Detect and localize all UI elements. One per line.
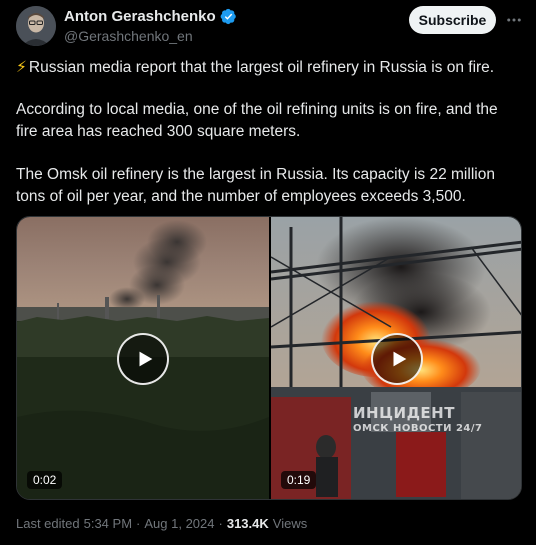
post-text-line1: ⚡ Russian media report that the largest o… — [16, 57, 521, 79]
post-headline: Russian media report that the largest oi… — [28, 59, 495, 76]
post-paragraph-3: The Omsk oil refinery is the largest in … — [16, 166, 495, 205]
play-button-1[interactable] — [117, 333, 169, 385]
meta-separator: · — [218, 516, 223, 531]
post-meta: Last edited 5:34 PM · Aug 1, 2024 · 313.… — [16, 516, 307, 531]
post-paragraph-2: According to local media, one of the oil… — [16, 101, 498, 140]
post-date[interactable]: Aug 1, 2024 — [144, 516, 214, 531]
video-duration-2: 0:19 — [281, 471, 317, 489]
verified-badge-icon — [220, 8, 237, 25]
author-display-name[interactable]: Anton Gerashchenko — [64, 8, 216, 25]
subscribe-button[interactable]: Subscribe — [409, 6, 496, 34]
video-duration-1: 0:02 — [27, 471, 63, 489]
edited-label[interactable]: Last edited — [16, 516, 80, 531]
play-button-2[interactable] — [371, 333, 423, 385]
author-handle[interactable]: @Gerashchenko_en — [64, 28, 193, 44]
video-thumbnail-2[interactable]: ИНЦИДЕНТ ОМСК НОВОСТИ 24/7 0:19 — [271, 217, 521, 499]
avatar[interactable] — [16, 6, 56, 46]
play-icon — [393, 351, 407, 367]
lightning-emoji-icon: ⚡ — [16, 59, 27, 76]
video-watermark: ИНЦИДЕНТ ОМСК НОВОСТИ 24/7 — [353, 404, 483, 434]
tweet-card: Anton Gerashchenko @Gerashchenko_en Subs… — [0, 0, 536, 545]
author-name-row[interactable]: Anton Gerashchenko — [64, 8, 237, 25]
views-label: Views — [272, 516, 308, 531]
video-thumbnail-1[interactable]: 0:02 — [17, 217, 269, 499]
play-icon — [139, 351, 153, 367]
more-options-icon[interactable] — [504, 10, 524, 30]
meta-separator: · — [136, 516, 141, 531]
media-grid: 0:02 ИНЦИДЕНТ ОМСК НОВОСТИ 24/7 0:19 — [16, 216, 522, 500]
views-count[interactable]: 313.4K — [227, 516, 269, 531]
post-time[interactable]: 5:34 PM — [84, 516, 132, 531]
